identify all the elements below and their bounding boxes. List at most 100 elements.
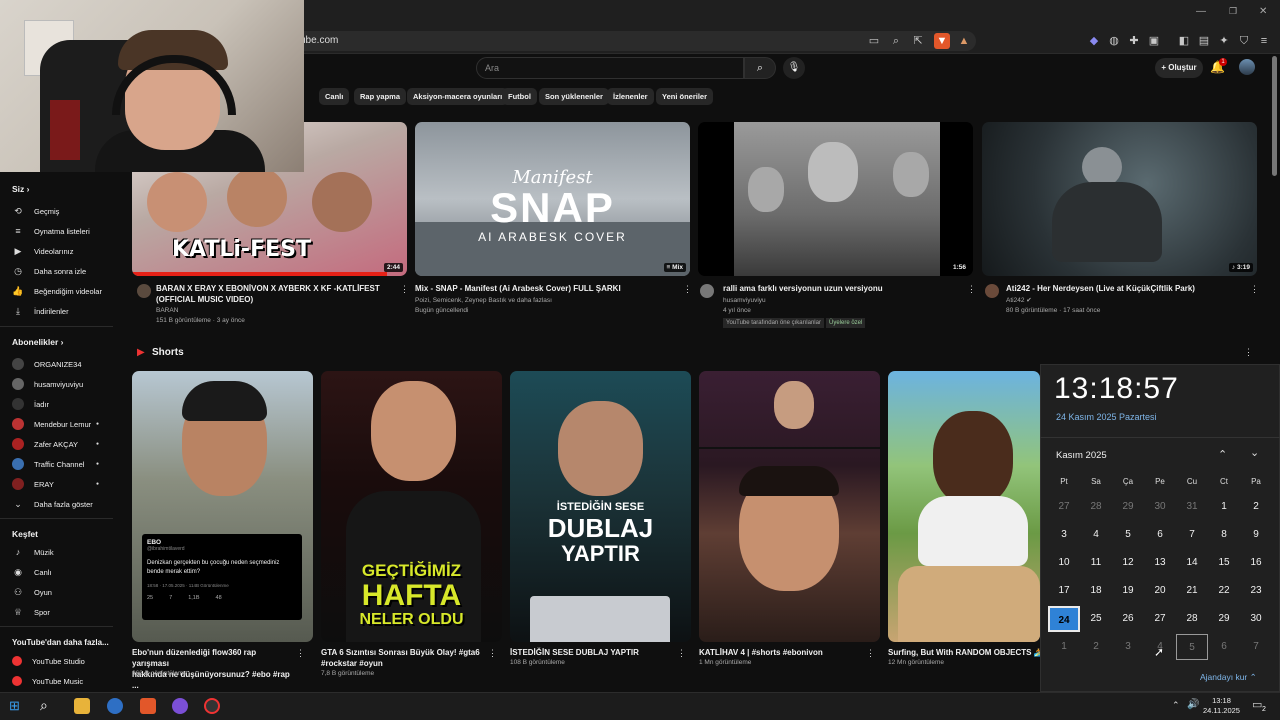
cast-icon[interactable]: ▭ (866, 33, 882, 49)
sidebar-item-playlists[interactable]: ≡ Oynatma listeleri (12, 224, 90, 238)
channel-avatar[interactable] (985, 284, 999, 298)
calendar-day[interactable]: 11 (1080, 550, 1112, 576)
chip-recent[interactable]: Son yüklenenler (539, 88, 609, 105)
sidebar-sub-iadir[interactable]: İadır (12, 397, 49, 411)
obs-icon[interactable] (204, 698, 220, 714)
wallet-icon[interactable]: ▤ (1196, 33, 1212, 49)
sidebar-item-music-app[interactable]: YouTube Music (12, 674, 83, 688)
channel-name[interactable]: BARAN (156, 306, 178, 316)
calendar-day[interactable]: 3 (1048, 522, 1080, 548)
search-input[interactable]: Ara (476, 57, 744, 79)
file-explorer-icon[interactable] (74, 698, 90, 714)
video-title[interactable]: Mix - SNAP - Manifest (Ai Arabesk Cover)… (415, 283, 675, 294)
calendar-day[interactable]: 27 (1144, 606, 1176, 632)
calendar-day[interactable]: 28 (1176, 606, 1208, 632)
calendar-day[interactable]: 13 (1144, 550, 1176, 576)
menu-icon[interactable]: ≡ (1256, 33, 1272, 49)
channel-name[interactable]: Ati242 ✔ (1006, 296, 1032, 306)
calendar-day[interactable]: 29 (1208, 606, 1240, 632)
more-options-icon[interactable]: ⋮ (1250, 284, 1259, 295)
calendar-day[interactable]: 22 (1208, 578, 1240, 604)
avatar[interactable] (1239, 59, 1255, 75)
chevron-up-icon[interactable]: ⌃ (1218, 448, 1227, 461)
calendar-day[interactable]: 10 (1048, 550, 1080, 576)
calendar-day[interactable]: 5 (1112, 522, 1144, 548)
video-thumbnail[interactable]: Manifest SNAP AI ARABESK COVER ≡ Mix (415, 122, 690, 276)
sidebar-item-history[interactable]: ⟲ Geçmiş (12, 204, 59, 218)
short-thumbnail[interactable]: EBO @ibrahimtilaverd Denizkan gerçekten … (132, 371, 313, 642)
sidebar-item-studio[interactable]: YouTube Studio (12, 654, 85, 668)
calendar-day[interactable]: 21 (1176, 578, 1208, 604)
channel-name[interactable]: husamviyuviyu (723, 296, 766, 306)
calendar-day[interactable]: 6 (1144, 522, 1176, 548)
calendar-day[interactable]: 19 (1112, 578, 1144, 604)
sidebar-item-live[interactable]: ◉ Canlı (12, 565, 51, 579)
short-title[interactable]: KATLİHAV 4 | #shorts #ebonivon (699, 647, 869, 658)
short-title[interactable]: Ebo'nun düzenlediği flow360 rap yarışmas… (132, 647, 292, 691)
video-thumbnail[interactable]: 1:56 (698, 122, 973, 276)
chip-live[interactable]: Canlı (319, 88, 350, 105)
sidebar-you-header[interactable]: Siz › (12, 184, 30, 194)
tab-icon[interactable]: ▣ (1146, 33, 1162, 49)
speaker-icon[interactable]: 🔊 (1187, 699, 1199, 710)
steam-icon[interactable] (107, 698, 123, 714)
sidebar-item-music[interactable]: ♪ Müzik (12, 545, 54, 559)
short-thumbnail[interactable] (888, 371, 1040, 642)
vpn-icon[interactable]: ⛉ (1236, 33, 1252, 49)
calendar-day[interactable]: 6 (1208, 634, 1240, 660)
sidebar-sub-zafer[interactable]: Zafer AKÇAY (12, 437, 78, 451)
sidebar-subscriptions-header[interactable]: Abonelikler › (12, 337, 64, 347)
chip-watched[interactable]: İzlenenler (607, 88, 654, 105)
chip-football[interactable]: Futbol (502, 88, 537, 105)
calendar-month[interactable]: Kasım 2025 (1056, 450, 1107, 461)
more-options-icon[interactable]: ⋮ (488, 648, 497, 659)
voice-search-button[interactable]: 🎙 (783, 57, 805, 79)
sidebar-item-gaming[interactable]: ⚇ Oyun (12, 585, 52, 599)
calendar-day[interactable]: 20 (1144, 578, 1176, 604)
sidebar-sub-mendebur[interactable]: Mendebur Lemur (12, 417, 91, 431)
calendar-day[interactable]: 12 (1112, 550, 1144, 576)
search-icon[interactable]: ⌕ (40, 697, 48, 714)
channel-avatar[interactable] (700, 284, 714, 298)
calendar-day[interactable]: 2 (1240, 494, 1272, 520)
more-options-icon[interactable]: ⋮ (866, 648, 875, 659)
calendar-day[interactable]: 7 (1240, 634, 1272, 660)
share-icon[interactable]: ⇱ (910, 33, 926, 49)
chevron-down-icon[interactable]: ⌄ (1250, 446, 1259, 459)
chip-rap[interactable]: Rap yapma (354, 88, 407, 105)
calendar-day[interactable]: 4 (1080, 522, 1112, 548)
sidebar-sub-husamviyuviyu[interactable]: husamviyuviyu (12, 377, 83, 391)
extension-icon-2[interactable]: ◍ (1106, 33, 1122, 49)
video-title[interactable]: BARAN X ERAY X EBONİVON X AYBERK X KF -K… (156, 283, 392, 305)
sidebar-item-downloads[interactable]: ⤓ İndirilenler (12, 304, 69, 318)
calendar-day[interactable]: 1 (1048, 634, 1080, 660)
calendar-day[interactable]: 14 (1176, 550, 1208, 576)
more-options-icon[interactable]: ⋮ (296, 648, 305, 659)
calendar-day[interactable]: 27 (1048, 494, 1080, 520)
brave-rewards-icon[interactable]: ▲ (956, 33, 972, 49)
channel-name[interactable]: Poizi, Semicenk, Zeynep Bastık ve daha f… (415, 296, 552, 306)
more-options-icon[interactable]: ⋮ (683, 284, 692, 295)
calendar-day[interactable]: 30 (1240, 606, 1272, 632)
more-options-icon[interactable]: ⋮ (1244, 347, 1253, 358)
page-scrollbar[interactable] (1272, 56, 1277, 176)
calendar-day[interactable]: 1 (1208, 494, 1240, 520)
calendar-day[interactable]: 5 (1176, 634, 1208, 660)
sidebar-sub-eray[interactable]: ERAY (12, 477, 54, 491)
agenda-button[interactable]: Ajandayı kur ⌃ (1200, 672, 1257, 683)
calendar-day[interactable]: 3 (1112, 634, 1144, 660)
video-title[interactable]: Ati242 - Her Nerdeysen (Live at KüçükÇif… (1006, 283, 1242, 294)
calendar-day[interactable]: 28 (1080, 494, 1112, 520)
calendar-day[interactable]: 31 (1176, 494, 1208, 520)
search-button[interactable]: ⌕ (744, 57, 776, 79)
sidebar-item-your-videos[interactable]: ▶ Videolarınız (12, 244, 74, 258)
sidebar-sub-organize34[interactable]: ORGANIZE34 (12, 357, 82, 371)
calendar-day[interactable]: 15 (1208, 550, 1240, 576)
calendar-day[interactable]: 17 (1048, 578, 1080, 604)
calendar-day[interactable]: 23 (1240, 578, 1272, 604)
show-more-button[interactable]: ⌄ Daha fazla göster (12, 497, 93, 511)
minimize-button[interactable]: — (1196, 6, 1206, 17)
chip-action-adventure[interactable]: Aksiyon-macera oyunları (407, 88, 509, 105)
short-thumbnail[interactable] (699, 371, 880, 642)
close-button[interactable]: ✕ (1259, 6, 1267, 17)
